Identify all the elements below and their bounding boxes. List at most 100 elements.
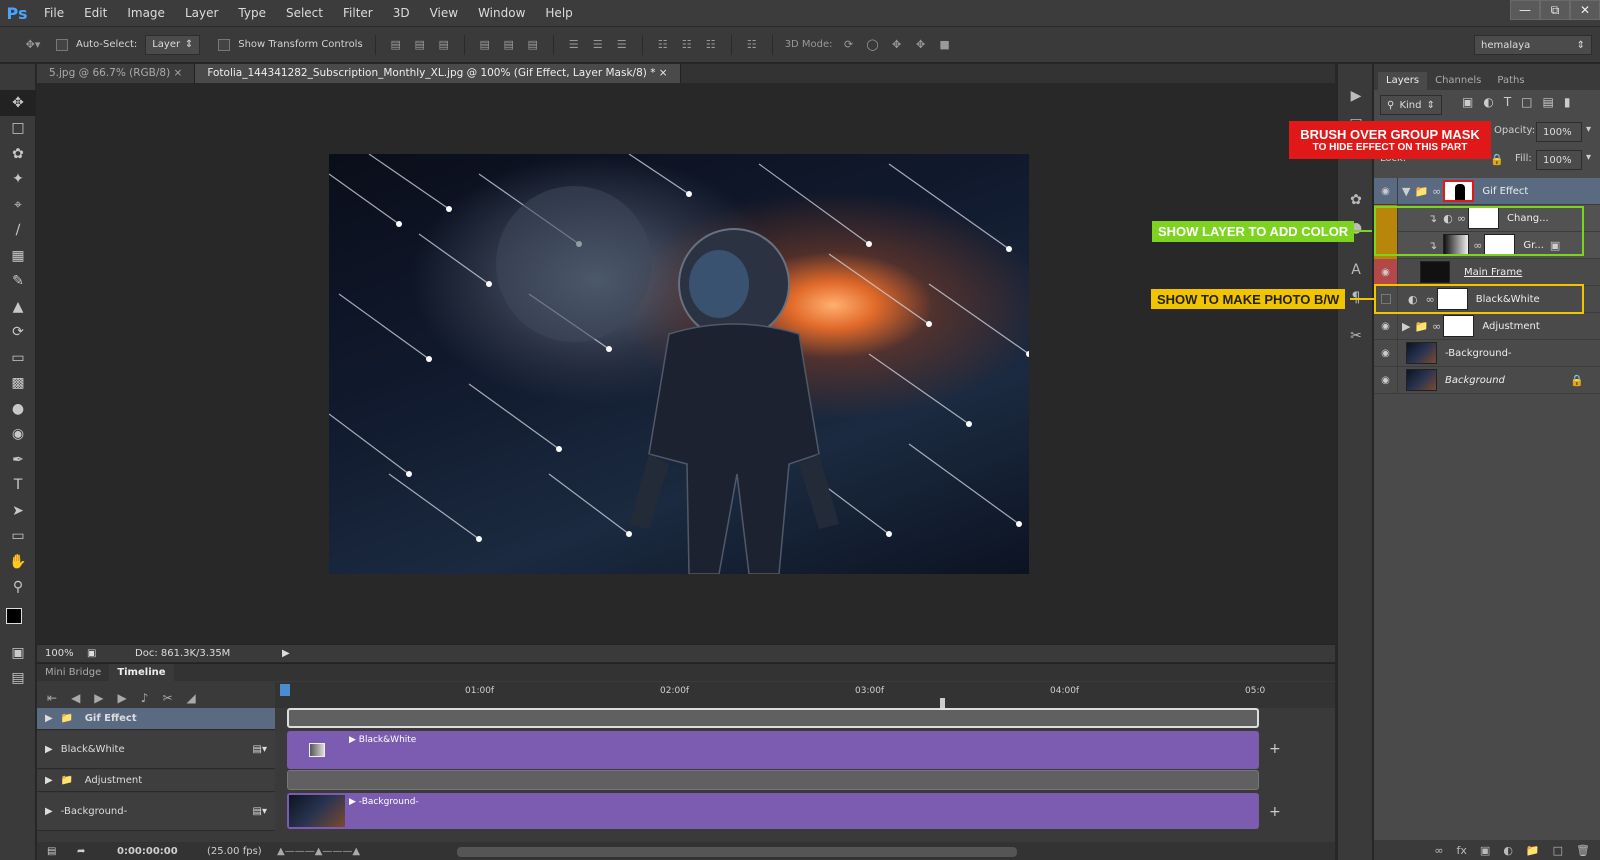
3d-pan-icon[interactable]: ✥ [889, 38, 905, 52]
pen-tool-icon[interactable]: ✒ [0, 447, 36, 473]
move-tool-icon[interactable]: ✥ [0, 90, 36, 116]
go-to-first-frame-icon[interactable]: ⇤ [47, 691, 57, 705]
hand-tool-icon[interactable]: ✋ [0, 549, 36, 575]
eye-icon[interactable]: ◉ [1374, 339, 1398, 367]
close-icon[interactable]: ✕ [1570, 0, 1600, 20]
eye-icon[interactable]: ◉ [1374, 258, 1398, 286]
fill-arrow-icon[interactable]: ▾ [1586, 152, 1591, 163]
expand-arrow-icon[interactable]: ▶ [37, 744, 61, 755]
tab-layers[interactable]: Layers [1378, 72, 1428, 90]
zoom-slider[interactable]: ▲———▲———▲ [277, 846, 437, 857]
marquee-tool-icon[interactable]: □ [0, 116, 36, 142]
distribute-left-icon[interactable]: ☷ [655, 38, 671, 52]
expand-arrow-icon[interactable]: ▼ [1402, 185, 1410, 198]
filter-toggle-icon[interactable]: ▮ [1564, 95, 1571, 109]
time-ruler[interactable]: 01:00f 02:00f 03:00f 04:00f 05:0 [275, 682, 1335, 712]
menu-layer[interactable]: Layer [175, 0, 228, 27]
close-icon[interactable]: × [659, 67, 668, 79]
shape-tool-icon[interactable]: ▭ [0, 524, 36, 550]
lasso-tool-icon[interactable]: ✿ [0, 141, 36, 167]
tab-channels[interactable]: Channels [1427, 72, 1489, 90]
track-options-icon[interactable]: ▤▾ [253, 744, 275, 755]
align-vcenter-icon[interactable]: ▤ [412, 38, 428, 52]
menu-type[interactable]: Type [228, 0, 276, 27]
track-gif-effect[interactable]: ▶ 📁 Gif Effect [37, 708, 275, 730]
brush-presets-icon[interactable]: ✿ [1338, 186, 1374, 214]
magic-wand-tool-icon[interactable]: ✦ [0, 167, 36, 193]
restore-icon[interactable]: ⧉ [1540, 0, 1570, 20]
3d-rotate-icon[interactable]: ⟳ [841, 38, 857, 52]
doc-tab-2[interactable]: Fotolia_144341282_Subscription_Monthly_X… [195, 64, 681, 83]
track-adjustment[interactable]: ▶ 📁 Adjustment [37, 770, 275, 792]
fx-icon[interactable]: fx [1457, 844, 1467, 857]
delete-layer-icon[interactable]: 🗑 [1576, 844, 1590, 857]
layer-mask-thumb[interactable] [1443, 315, 1475, 337]
eye-icon[interactable]: ◉ [1374, 312, 1398, 340]
track-background[interactable]: ▶ -Background- ▤▾ [37, 793, 275, 831]
3d-roll-icon[interactable]: ◯ [865, 38, 881, 52]
distribute-top-icon[interactable]: ☰ [566, 38, 582, 52]
new-layer-icon[interactable]: □ [1553, 844, 1563, 857]
expand-arrow-icon[interactable]: ▶ [37, 806, 61, 817]
next-frame-icon[interactable]: ▶ [118, 691, 127, 705]
timeline-scrollbar[interactable] [457, 846, 1017, 857]
doc-tab-1[interactable]: 5.jpg @ 66.7% (RGB/8) × [37, 64, 196, 83]
menu-view[interactable]: View [420, 0, 468, 27]
eye-icon[interactable]: ◉ [1374, 177, 1398, 205]
layer-adjustment[interactable]: ◉ ▶ 📁 ∞ Adjustment [1374, 312, 1600, 340]
foreground-color-swatch[interactable] [6, 608, 22, 624]
menu-image[interactable]: Image [117, 0, 175, 27]
track-options-icon[interactable]: ▤▾ [253, 806, 275, 817]
play-actions-icon[interactable]: ▶ [1338, 82, 1374, 110]
status-menu-arrow-icon[interactable]: ▶ [282, 648, 290, 659]
tab-paths[interactable]: Paths [1489, 72, 1532, 90]
dodge-tool-icon[interactable]: ◉ [0, 422, 36, 448]
transition-icon[interactable]: ◢ [187, 691, 196, 705]
align-bottom-icon[interactable]: ▤ [436, 38, 452, 52]
add-media-icon[interactable]: + [1269, 804, 1281, 820]
menu-file[interactable]: File [34, 0, 74, 27]
play-icon[interactable]: ▶ [94, 691, 103, 705]
align-right-icon[interactable]: ▤ [525, 38, 541, 52]
opacity-input[interactable]: 100% [1536, 122, 1582, 142]
crop-tool-icon[interactable]: ⌖ [0, 192, 36, 218]
distribute-hcenter-icon[interactable]: ☷ [679, 38, 695, 52]
gradient-tool-icon[interactable]: ▩ [0, 371, 36, 397]
auto-select-checkbox[interactable] [56, 38, 68, 51]
menu-3d[interactable]: 3D [383, 0, 420, 27]
show-transform-checkbox[interactable] [218, 38, 231, 51]
distribute-vcenter-icon[interactable]: ☰ [590, 38, 606, 52]
add-mask-icon[interactable]: ▣ [1480, 844, 1490, 857]
zoom-tool-icon[interactable]: ⚲ [0, 575, 36, 601]
clip-background[interactable]: ▶ -Background- [287, 793, 1259, 829]
pixel-filter-icon[interactable]: ▣ [1462, 95, 1473, 109]
eraser-tool-icon[interactable]: ▭ [0, 345, 36, 371]
tool-presets-icon[interactable]: ✂ [1338, 322, 1374, 350]
filter-kind-dropdown[interactable]: ⚲ Kind ⇕ [1380, 95, 1442, 115]
clip-adjustment[interactable] [287, 770, 1259, 790]
screen-mode-icon[interactable]: ▤ [0, 666, 36, 692]
add-media-icon[interactable]: + [1269, 741, 1281, 757]
menu-window[interactable]: Window [468, 0, 535, 27]
zoom-level[interactable]: 100% [37, 648, 87, 659]
adjustment-filter-icon[interactable]: ◐ [1483, 95, 1493, 109]
menu-filter[interactable]: Filter [333, 0, 383, 27]
3d-slide-icon[interactable]: ✥ [913, 38, 929, 52]
align-hcenter-icon[interactable]: ▤ [501, 38, 517, 52]
path-selection-tool-icon[interactable]: ➤ [0, 498, 36, 524]
canvas-image-astronaut[interactable] [329, 154, 1029, 574]
blur-tool-icon[interactable]: ● [0, 396, 36, 422]
history-brush-tool-icon[interactable]: ⟳ [0, 320, 36, 346]
workspace-dropdown[interactable]: hemalaya ⇕ [1474, 35, 1592, 55]
render-icon[interactable]: ➦ [77, 846, 117, 857]
expand-arrow-icon[interactable]: ▶ [37, 775, 61, 786]
group-mask-thumb[interactable] [1443, 180, 1475, 202]
type-filter-icon[interactable]: T [1504, 95, 1511, 109]
distribute-bottom-icon[interactable]: ☰ [614, 38, 630, 52]
eyedropper-tool-icon[interactable]: ∕ [0, 218, 36, 244]
distribute-right-icon[interactable]: ☷ [703, 38, 719, 52]
expand-arrow-icon[interactable]: ▶ [37, 713, 61, 724]
color-swatches[interactable] [0, 600, 35, 640]
layer-background[interactable]: ◉ Background 🔒 [1374, 366, 1600, 394]
stamp-tool-icon[interactable]: ▲ [0, 294, 36, 320]
